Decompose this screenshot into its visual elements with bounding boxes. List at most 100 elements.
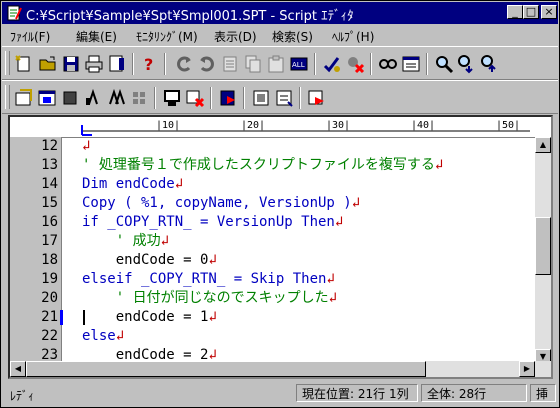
delete-icon[interactable]	[345, 54, 365, 74]
new-file-icon[interactable]	[14, 54, 34, 74]
status-position: 現在位置: 21行 1列	[296, 384, 418, 402]
title-bar[interactable]: C:¥Script¥Sample¥Spt¥Smpl001.SPT - Scrip…	[2, 2, 558, 24]
save-icon[interactable]	[61, 54, 81, 74]
toolbar-grip[interactable]	[5, 51, 10, 75]
run-icon[interactable]	[14, 88, 34, 108]
clear-icon[interactable]	[185, 88, 205, 108]
monitor-toolbar	[2, 80, 558, 114]
svg-text:?: ?	[144, 55, 153, 74]
trace-icon[interactable]	[307, 88, 327, 108]
find-next-icon[interactable]	[457, 54, 477, 74]
horizontal-scrollbar[interactable]: ◀ ▶	[10, 361, 551, 377]
find-prev-icon[interactable]	[480, 54, 500, 74]
line-feed-mark: ↲	[160, 233, 170, 249]
code-area[interactable]: ↲ ' 処理番号１で作成したスクリプトファイルを複写する↲ Dim endCod…	[10, 137, 535, 365]
text-cursor	[83, 310, 85, 325]
print-icon[interactable]	[84, 54, 104, 74]
select-all-icon[interactable]: ALL	[289, 54, 309, 74]
step-icon[interactable]	[83, 88, 103, 108]
code-line[interactable]: Copy ( %1, copyName, VersionUp )↲	[82, 194, 522, 213]
code-line[interactable]: if _COPY_RTN_ = VersionUp Then↲	[82, 213, 522, 232]
paste-icon[interactable]	[266, 54, 286, 74]
code-line[interactable]: else↲	[82, 327, 522, 346]
vertical-scroll-thumb[interactable]	[535, 217, 551, 275]
code-line[interactable]: elseif _COPY_RTN_ = Skip Then↲	[82, 270, 522, 289]
code-line-current[interactable]: endCode = 1↲	[82, 308, 522, 327]
vertical-scrollbar[interactable]: ▲ ▼	[535, 137, 551, 365]
status-ready: ﾚﾃﾞｨ	[10, 389, 35, 403]
window-icon[interactable]	[37, 88, 57, 108]
toolbar-separator	[132, 53, 134, 75]
toolbar-separator	[243, 87, 245, 109]
menu-help[interactable]: ﾍﾙﾌﾟ(H)	[332, 28, 374, 45]
code-line[interactable]: ↲	[82, 137, 522, 156]
list-icon[interactable]	[251, 88, 271, 108]
print-preview-icon[interactable]	[107, 54, 127, 74]
ruler-mark-50: |50|	[496, 120, 521, 131]
line-feed-mark: ↲	[82, 138, 91, 154]
main-toolbar: ? ALL	[2, 46, 558, 80]
script-editor-icon	[7, 5, 22, 21]
line-feed-mark: ↲	[115, 328, 125, 344]
line-feed-mark: ↲	[351, 195, 361, 211]
code-line[interactable]: endCode = 0↲	[82, 251, 522, 270]
line-feed-mark: ↲	[328, 290, 338, 306]
line-feed-mark: ↲	[208, 309, 217, 325]
cut-icon[interactable]	[220, 54, 240, 74]
step-over-icon[interactable]	[106, 88, 126, 108]
check-syntax-icon[interactable]	[322, 54, 342, 74]
column-ruler: |10| |20| |30| |40| |50|	[10, 117, 551, 138]
ruler-mark-40: |40|	[411, 120, 436, 131]
help-icon[interactable]: ?	[139, 54, 159, 74]
code-editor[interactable]: |10| |20| |30| |40| |50| 12 13 14 15 16 …	[8, 115, 553, 379]
redo-icon[interactable]	[197, 54, 217, 74]
line-feed-mark: ↲	[208, 252, 217, 268]
toolbar-separator	[370, 53, 372, 75]
bookmark-icon[interactable]	[218, 88, 238, 108]
list-add-icon[interactable]	[274, 88, 294, 108]
breakpoints-icon[interactable]	[129, 88, 149, 108]
menu-file[interactable]: ﾌｧｲﾙ(F)	[10, 28, 50, 45]
toolbar-separator	[210, 87, 212, 109]
find-icon[interactable]	[434, 54, 454, 74]
toolbar-separator	[426, 53, 428, 75]
ruler-mark-30: |30|	[326, 120, 351, 131]
toolbar-separator	[314, 53, 316, 75]
replace-icon[interactable]	[378, 54, 398, 74]
toolbar-separator	[299, 87, 301, 109]
status-total-lines: 全体: 28行	[421, 384, 527, 402]
status-bar: ﾚﾃﾞｨ 現在位置: 21行 1列 全体: 28行 挿	[2, 381, 558, 407]
monitor-icon[interactable]	[162, 88, 182, 108]
menu-search[interactable]: 検索(S)	[272, 28, 313, 45]
menu-view[interactable]: 表示(D)	[214, 28, 257, 45]
open-file-icon[interactable]	[38, 54, 58, 74]
copy-icon[interactable]	[243, 54, 263, 74]
toolbar-grip[interactable]	[5, 85, 10, 109]
toolbar-separator	[154, 87, 156, 109]
line-feed-mark: ↲	[326, 271, 335, 287]
code-line[interactable]: ' 成功↲	[82, 232, 522, 251]
scroll-left-button[interactable]: ◀	[10, 361, 26, 377]
line-feed-mark: ↲	[334, 214, 344, 230]
ruler-mark-20: |20|	[241, 120, 266, 131]
stop-icon[interactable]	[60, 88, 80, 108]
maximize-button[interactable]: □	[523, 5, 539, 19]
horizontal-scroll-thumb[interactable]	[26, 361, 426, 377]
code-line[interactable]: ' 処理番号１で作成したスクリプトファイルを複写する↲	[82, 156, 522, 175]
menu-monitoring[interactable]: ﾓﾆﾀﾘﾝｸﾞ(M)	[136, 28, 198, 45]
ruler-ticks	[81, 125, 530, 136]
undo-icon[interactable]	[174, 54, 194, 74]
toolbar-separator	[164, 53, 166, 75]
menu-edit[interactable]: 編集(E)	[76, 28, 117, 45]
scroll-up-button[interactable]: ▲	[535, 137, 551, 153]
scroll-right-button[interactable]: ▶	[519, 361, 535, 377]
minimize-button[interactable]: _	[507, 5, 523, 19]
close-button[interactable]: ×	[541, 5, 557, 19]
status-insert-mode: 挿	[530, 384, 556, 402]
properties-icon[interactable]	[401, 54, 421, 74]
ruler-mark-10: |10|	[156, 120, 181, 131]
code-line[interactable]: ' 日付が同じなのでスキップした↲	[82, 289, 522, 308]
window-title: C:¥Script¥Sample¥Spt¥Smpl001.SPT - Scrip…	[26, 9, 354, 24]
menu-bar: ﾌｧｲﾙ(F) 編集(E) ﾓﾆﾀﾘﾝｸﾞ(M) 表示(D) 検索(S) ﾍﾙﾌ…	[2, 25, 558, 45]
code-line[interactable]: Dim endCode↲	[82, 175, 522, 194]
